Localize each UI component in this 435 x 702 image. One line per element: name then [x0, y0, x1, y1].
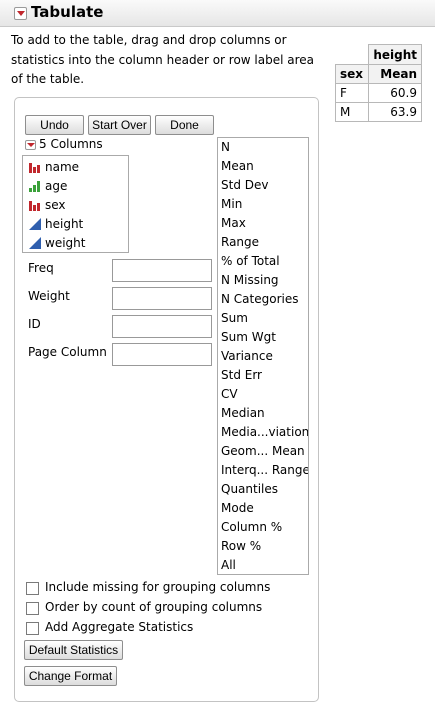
- column-name: height: [45, 217, 84, 231]
- preview-cell: 60.9: [368, 83, 422, 103]
- order-by-count-label[interactable]: Order by count of grouping columns: [45, 600, 262, 614]
- start-over-button[interactable]: Start Over: [88, 115, 151, 135]
- ordinal-bar-icon: [29, 181, 40, 192]
- disclosure-menu-icon[interactable]: [14, 7, 27, 20]
- columns-menu-icon[interactable]: [25, 140, 36, 150]
- preview-col-header[interactable]: height: [368, 44, 422, 65]
- preview-row-label: F: [335, 83, 369, 103]
- statistic-item[interactable]: Interq... Range: [221, 461, 308, 480]
- preview-stat-header[interactable]: Mean: [368, 64, 422, 84]
- id-field[interactable]: [112, 315, 212, 338]
- statistic-item[interactable]: % of Total: [221, 252, 280, 271]
- page-column-field[interactable]: [112, 343, 212, 366]
- statistic-item[interactable]: Max: [221, 214, 246, 233]
- preview-row-label: M: [335, 102, 369, 122]
- weight-field[interactable]: [112, 287, 212, 310]
- instructions-line: statistics into the column header or row…: [11, 52, 315, 67]
- weight-label: Weight: [28, 289, 70, 303]
- undo-button[interactable]: Undo: [25, 115, 84, 135]
- statistic-item[interactable]: All: [221, 556, 236, 574]
- freq-field[interactable]: [112, 259, 212, 282]
- page-column-label: Page Column: [28, 345, 107, 359]
- statistic-item[interactable]: Media...viation: [221, 423, 308, 442]
- columns-header: 5 Columns: [39, 137, 103, 151]
- statistic-item[interactable]: Sum: [221, 309, 248, 328]
- change-format-button[interactable]: Change Format: [24, 666, 117, 686]
- statistic-item[interactable]: CV: [221, 385, 238, 404]
- default-statistics-button[interactable]: Default Statistics: [24, 640, 123, 660]
- instructions: To add to the table, drag and drop colum…: [11, 31, 321, 90]
- column-name: name: [45, 160, 80, 174]
- statistics-list[interactable]: N Mean Std Dev Min Max Range % of Total …: [217, 137, 309, 575]
- column-list[interactable]: name age sex height weight: [22, 155, 129, 253]
- statistic-item[interactable]: Std Dev: [221, 176, 268, 195]
- done-button[interactable]: Done: [155, 115, 214, 135]
- column-name: weight: [45, 236, 86, 250]
- statistic-item[interactable]: Median: [221, 404, 265, 423]
- continuous-triangle-icon: [29, 237, 41, 249]
- column-name: sex: [45, 198, 66, 212]
- statistic-item[interactable]: Geom... Mean: [221, 442, 305, 461]
- nominal-bar-icon: [29, 201, 40, 211]
- add-aggregate-checkbox[interactable]: [26, 622, 39, 635]
- add-aggregate-label[interactable]: Add Aggregate Statistics: [45, 620, 193, 634]
- freq-label: Freq: [28, 261, 54, 275]
- window-title: Tabulate: [31, 3, 104, 21]
- statistic-item[interactable]: Mean: [221, 157, 254, 176]
- nominal-bar-icon: [29, 163, 40, 173]
- statistic-item[interactable]: N Categories: [221, 290, 298, 309]
- statistic-item[interactable]: Row %: [221, 537, 261, 556]
- preview-cell: 63.9: [368, 102, 422, 122]
- include-missing-checkbox[interactable]: [26, 582, 39, 595]
- statistic-item[interactable]: Column %: [221, 518, 282, 537]
- statistic-item[interactable]: N: [221, 138, 230, 157]
- continuous-triangle-icon: [29, 218, 41, 230]
- statistic-item[interactable]: Std Err: [221, 366, 262, 385]
- statistic-item[interactable]: Sum Wgt: [221, 328, 276, 347]
- column-name: age: [45, 179, 68, 193]
- order-by-count-checkbox[interactable]: [26, 602, 39, 615]
- statistic-item[interactable]: Mode: [221, 499, 254, 518]
- instructions-line: To add to the table, drag and drop colum…: [11, 33, 287, 47]
- statistic-item[interactable]: Range: [221, 233, 259, 252]
- preview-table[interactable]: height sex Mean F 60.9 M 63.9: [335, 44, 422, 122]
- include-missing-label[interactable]: Include missing for grouping columns: [45, 580, 270, 594]
- preview-corner: [335, 44, 369, 65]
- statistic-item[interactable]: Variance: [221, 347, 273, 366]
- statistic-item[interactable]: N Missing: [221, 271, 279, 290]
- statistic-item[interactable]: Quantiles: [221, 480, 278, 499]
- preview-row-header[interactable]: sex: [335, 64, 369, 84]
- id-label: ID: [28, 317, 41, 331]
- statistic-item[interactable]: Min: [221, 195, 242, 214]
- instructions-line: of the table.: [11, 72, 85, 86]
